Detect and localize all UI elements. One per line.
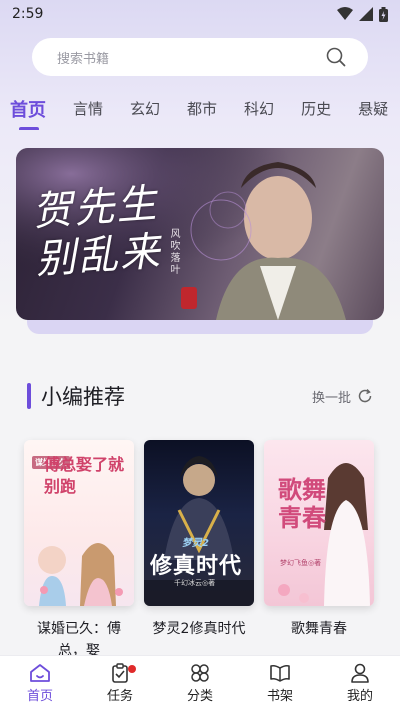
- clipboard-icon: [112, 663, 128, 683]
- tab-label: 悬疑: [358, 100, 389, 118]
- cover-title: 傅总娶了就别跑: [44, 455, 125, 496]
- tab-fantasy[interactable]: 玄幻: [130, 90, 160, 119]
- tab-label: 科幻: [244, 100, 275, 118]
- banner-title-line2: 别乱来: [34, 228, 164, 284]
- user-icon: [351, 663, 369, 683]
- cover-title: 歌舞青春: [278, 475, 326, 532]
- tab-label: 都市: [187, 100, 218, 118]
- banner-carousel[interactable]: 贺先生 别乱来: [16, 148, 384, 320]
- notification-badge: [128, 665, 136, 673]
- nav-profile[interactable]: 我的: [320, 663, 400, 704]
- battery-icon: [379, 6, 388, 22]
- nav-label: 分类: [186, 689, 213, 704]
- tab-history[interactable]: 历史: [301, 90, 331, 119]
- refresh-label: 换一批: [311, 390, 351, 406]
- book-card[interactable]: 谋婚已久 傅总娶了就别跑 谋婚已久：傅总，娶: [24, 440, 134, 660]
- nav-label: 任务: [106, 689, 133, 704]
- tab-label: 历史: [301, 100, 332, 118]
- book-card[interactable]: 梦灵2 修真时代 千幻冰云◎著 梦灵2 修真时代: [144, 440, 254, 660]
- nav-bookshelf[interactable]: 书架: [240, 663, 320, 704]
- banner-title-line1: 贺先生: [30, 180, 160, 236]
- cover-author: 千幻冰云◎著: [174, 579, 216, 587]
- category-tabs: 首页 言情 玄幻 都市 科幻 历史 悬疑: [0, 90, 400, 130]
- tab-home[interactable]: 首页: [10, 90, 46, 130]
- book-cover[interactable]: 谋婚已久 傅总娶了就别跑: [24, 440, 134, 606]
- tab-label: 首页: [10, 100, 46, 121]
- editor-picks-header: 小编推荐 换一批: [27, 380, 373, 412]
- tab-urban[interactable]: 都市: [187, 90, 217, 119]
- status-time: 2:59: [12, 6, 44, 22]
- tab-mystery[interactable]: 悬疑: [358, 90, 388, 119]
- section-accent-bar: [27, 383, 31, 409]
- status-bar: 2:59: [0, 0, 400, 28]
- book-cover[interactable]: 梦灵2 修真时代 千幻冰云◎著: [144, 440, 254, 606]
- cover-author: 梦幻飞鱼◎著: [280, 559, 322, 567]
- section-title: 小编推荐: [27, 381, 125, 411]
- status-icons: [337, 6, 388, 22]
- cover-badge: 梦灵2: [182, 538, 209, 549]
- tab-romance[interactable]: 言情: [73, 90, 103, 119]
- banner-seal-icon: [181, 287, 197, 309]
- cover-title: 修真时代: [150, 554, 243, 579]
- tab-label: 言情: [73, 100, 104, 118]
- nav-label: 书架: [266, 689, 293, 704]
- nav-categories[interactable]: 分类: [160, 663, 240, 704]
- banner-title: 贺先生 别乱来: [31, 180, 163, 285]
- nav-tasks[interactable]: 任务: [80, 663, 160, 704]
- search-icon[interactable]: [326, 47, 346, 67]
- book-card[interactable]: 歌舞青春 梦幻飞鱼◎著 歌舞青春: [264, 440, 374, 660]
- tab-scifi[interactable]: 科幻: [244, 90, 274, 119]
- signal-icon: [359, 7, 373, 21]
- banner-author: 风吹落叶: [168, 228, 179, 276]
- book-list: 谋婚已久 傅总娶了就别跑 谋婚已久：傅总，娶 梦灵2 修真时代 千幻冰云◎著 梦…: [24, 440, 384, 660]
- section-title-text: 小编推荐: [41, 385, 125, 409]
- bottom-navigation: 首页 任务 分类 书架 我的: [0, 655, 400, 711]
- book-cover[interactable]: 歌舞青春 梦幻飞鱼◎著: [264, 440, 374, 606]
- nav-label: 我的: [346, 689, 373, 704]
- wifi-icon: [337, 7, 353, 20]
- search-input[interactable]: 搜索书籍: [32, 38, 368, 76]
- home-icon: [30, 664, 50, 682]
- nav-label: 首页: [26, 689, 53, 704]
- refresh-icon: [358, 388, 372, 403]
- search-placeholder: 搜索书籍: [57, 51, 110, 67]
- nav-home[interactable]: 首页: [0, 663, 80, 704]
- book-icon: [270, 664, 290, 682]
- tab-indicator: [19, 127, 39, 130]
- tab-label: 玄幻: [130, 100, 161, 118]
- refresh-button[interactable]: 换一批: [312, 387, 373, 406]
- category-grid-icon: [191, 664, 209, 682]
